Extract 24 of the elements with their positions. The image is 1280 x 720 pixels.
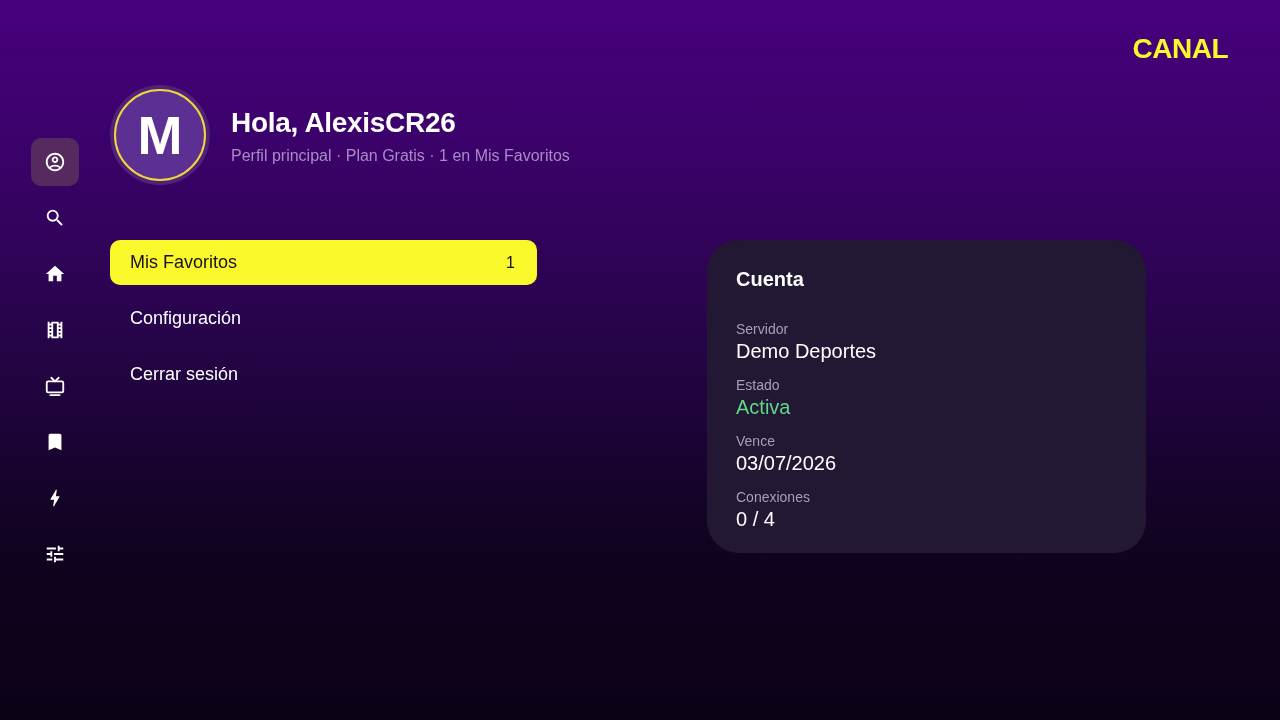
profile-subtitle: Perfil principal · Plan Gratis · 1 en Mis Favoritos [231, 146, 570, 166]
menu-item[interactable]: Cerrar sesión [110, 352, 537, 397]
count-label: 1 [506, 252, 516, 273]
field-label: Servidor [736, 320, 790, 338]
menu-label: Configuración [130, 307, 242, 330]
card-title: Cuenta [736, 267, 805, 292]
menu-label: Cerrar sesión [130, 363, 239, 386]
field-label: Estado [736, 376, 781, 394]
sliders-icon [44, 543, 66, 565]
menu-item[interactable]: Configuración [110, 296, 537, 341]
search-icon [44, 207, 66, 229]
greeting-title: Hola, AlexisCR26 [231, 106, 457, 140]
tv-icon [44, 375, 66, 397]
field-label: Vence [736, 432, 776, 450]
menu-label: Mis Favoritos [130, 251, 237, 274]
brand-logo: CANAL [1132, 33, 1228, 65]
menu-item[interactable]: Mis Favoritos 1 [110, 240, 537, 285]
sidebar-item[interactable] [31, 138, 79, 186]
status-value: Activa [736, 395, 792, 420]
field-label: Conexiones [736, 488, 811, 506]
field-value: Demo Deportes [736, 339, 878, 364]
field-value: 0 / 4 [736, 507, 776, 532]
field-value: 03/07/2026 [736, 451, 838, 476]
profile-icon [44, 151, 66, 173]
